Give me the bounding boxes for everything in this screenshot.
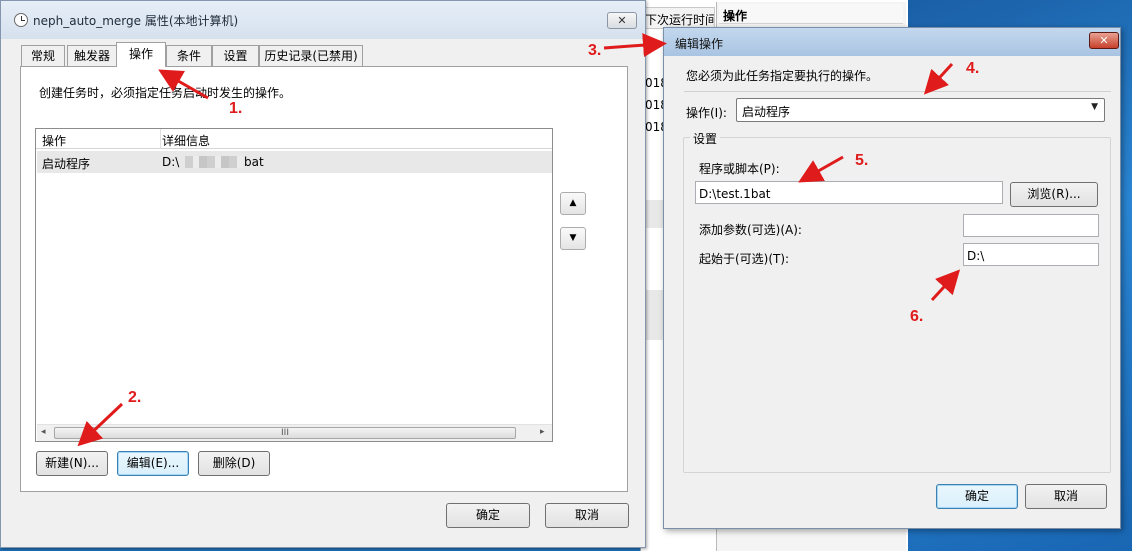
tab-actions[interactable]: 操作 — [116, 42, 166, 67]
background-date-fragment: 018 — [645, 98, 668, 112]
annotation-label-1: 1. — [229, 100, 243, 117]
new-action-button[interactable]: 新建(N)... — [36, 451, 108, 476]
tab-history[interactable]: 历史记录(已禁用) — [259, 45, 363, 66]
column-separator — [160, 129, 161, 149]
horizontal-scrollbar[interactable]: ◂ III ▸ — [37, 424, 552, 441]
annotation-label-5: 5. — [855, 152, 869, 169]
dialog-cancel-button[interactable]: 取消 — [1025, 484, 1107, 509]
start-in-input[interactable] — [963, 243, 1099, 266]
program-label: 程序或脚本(P): — [699, 162, 780, 176]
annotation-label-2: 2. — [128, 389, 142, 406]
annotation-label-4: 4. — [966, 60, 980, 77]
row-action: 启动程序 — [42, 157, 91, 171]
actions-list[interactable]: 操作 详细信息 启动程序 D:\ bat ◂ III ▸ — [35, 128, 553, 442]
arguments-input[interactable] — [963, 214, 1099, 237]
edit-action-dialog: 编辑操作 ✕ 您必须为此任务指定要执行的操作。 操作(I): 启动程序 ▼ 设置… — [663, 27, 1121, 529]
arguments-label: 添加参数(可选)(A): — [699, 223, 802, 237]
column-header-action[interactable]: 操作 — [42, 132, 66, 149]
task-properties-window: neph_auto_merge 属性(本地计算机) ✕ 常规 触发器 操作 条件… — [0, 0, 646, 548]
move-down-button[interactable]: ▼ — [560, 227, 586, 250]
tab-settings[interactable]: 设置 — [212, 45, 259, 66]
edit-action-button[interactable]: 编辑(E)... — [117, 451, 189, 476]
browse-button[interactable]: 浏览(R)... — [1010, 182, 1098, 207]
close-button[interactable]: ✕ — [607, 12, 637, 29]
scroll-thumb[interactable]: III — [54, 427, 516, 439]
program-input[interactable] — [695, 181, 1003, 204]
settings-group-title: 设置 — [690, 130, 721, 147]
move-up-button[interactable]: ▲ — [560, 192, 586, 215]
window-title: neph_auto_merge 属性(本地计算机) — [33, 14, 239, 28]
dialog-instruction: 您必须为此任务指定要执行的操作。 — [686, 69, 879, 83]
dialog-title: 编辑操作 — [675, 37, 724, 51]
dialog-close-button[interactable]: ✕ — [1089, 32, 1119, 49]
row-detail-suffix: bat — [244, 155, 264, 169]
tab-general[interactable]: 常规 — [21, 45, 65, 66]
redacted-path-block — [185, 156, 243, 168]
background-date-fragment: 018 — [645, 76, 668, 90]
divider — [684, 91, 1111, 92]
delete-action-button[interactable]: 删除(D) — [198, 451, 270, 476]
annotation-label-6: 6. — [910, 308, 924, 325]
action-type-value: 启动程序 — [742, 105, 791, 119]
task-clock-icon — [14, 13, 28, 27]
title-bar[interactable]: neph_auto_merge 属性(本地计算机) ✕ — [1, 1, 645, 39]
table-row[interactable]: 启动程序 D:\ bat — [37, 151, 552, 173]
column-header-details[interactable]: 详细信息 — [162, 132, 210, 149]
tab-conditions[interactable]: 条件 — [166, 45, 212, 66]
cancel-button[interactable]: 取消 — [545, 503, 629, 528]
ok-button[interactable]: 确定 — [446, 503, 530, 528]
scroll-right-icon[interactable]: ▸ — [540, 427, 545, 437]
start-in-label: 起始于(可选)(T): — [699, 252, 790, 266]
dialog-ok-button[interactable]: 确定 — [936, 484, 1018, 509]
row-detail-prefix: D:\ — [162, 155, 180, 169]
annotation-label-3: 3. — [588, 42, 602, 59]
background-date-fragment: 018 — [645, 120, 668, 134]
chevron-down-icon: ▼ — [1091, 102, 1098, 112]
dialog-title-bar[interactable]: 编辑操作 ✕ — [664, 28, 1120, 56]
actions-list-header: 操作 详细信息 — [36, 129, 552, 149]
action-type-label: 操作(I): — [686, 106, 727, 120]
action-type-select[interactable]: 启动程序 ▼ — [736, 98, 1105, 122]
background-actions-panel-header: 操作 — [719, 4, 903, 24]
tab-triggers[interactable]: 触发器 — [67, 45, 117, 66]
background-column-header: 下次运行时间 — [640, 7, 715, 29]
actions-instruction: 创建任务时，必须指定任务启动时发生的操作。 — [39, 86, 292, 100]
scroll-left-icon[interactable]: ◂ — [41, 427, 46, 437]
